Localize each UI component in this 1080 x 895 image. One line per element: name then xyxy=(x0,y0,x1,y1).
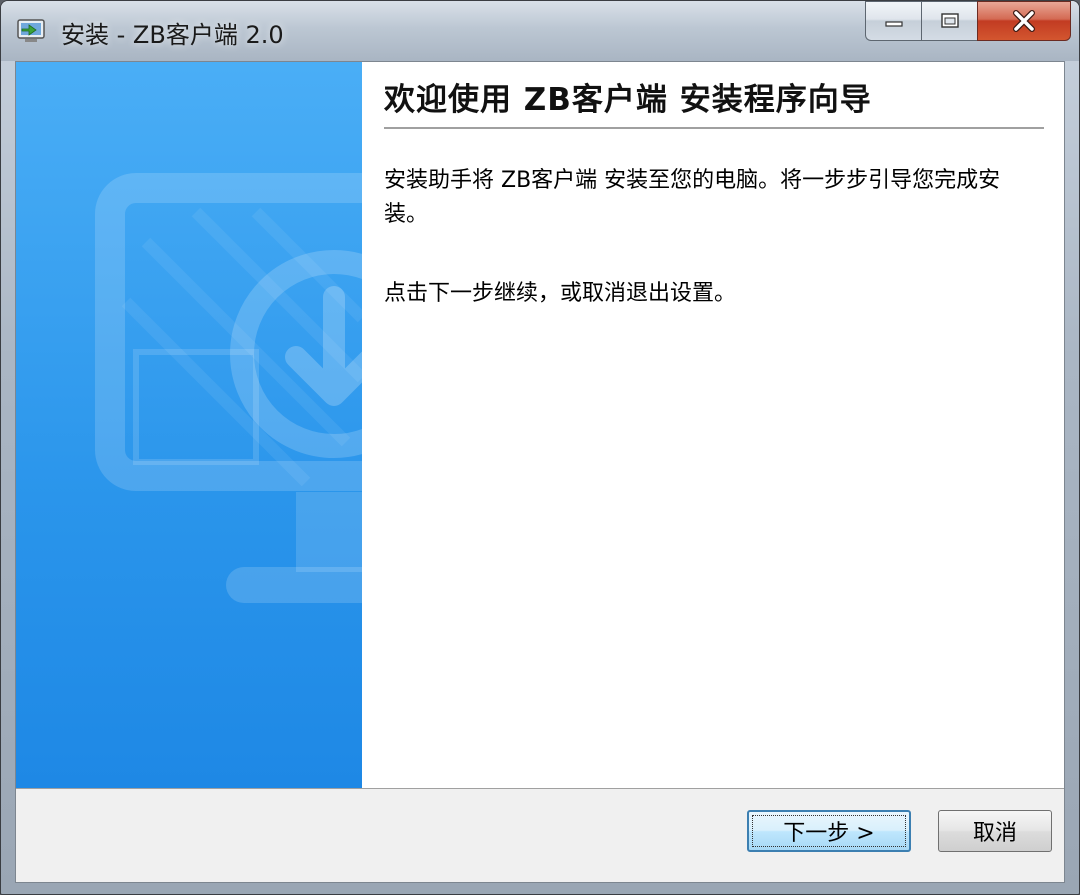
heading-divider xyxy=(384,127,1044,129)
wizard-content-panel: 欢迎使用 ZB客户端 安装程序向导 安装助手将 ZB客户端 安装至您的电脑。将一… xyxy=(362,62,1064,788)
intro-text: 安装助手将 ZB客户端 安装至您的电脑。将一步步引导您完成安装。 xyxy=(384,168,1001,227)
dialog-client-area: 欢迎使用 ZB客户端 安装程序向导 安装助手将 ZB客户端 安装至您的电脑。将一… xyxy=(15,61,1065,883)
maximize-button[interactable] xyxy=(921,1,977,41)
minimize-button[interactable] xyxy=(865,1,921,41)
title-bar[interactable]: 安装 - ZB客户端 2.0 xyxy=(1,1,1079,61)
next-button-label: 下一步 > xyxy=(783,821,875,846)
installer-window: 安装 - ZB客户端 2.0 欢迎使用 ZB客户端 安装程序向导 安装助手将 Z… xyxy=(0,0,1080,895)
footer-divider xyxy=(16,788,1064,789)
installer-icon xyxy=(17,19,45,42)
next-button[interactable]: 下一步 > xyxy=(747,810,911,852)
maximize-icon xyxy=(940,13,959,28)
page-title: 欢迎使用 ZB客户端 安装程序向导 xyxy=(384,82,872,118)
wizard-sidebar-banner xyxy=(16,62,362,788)
monitor-download-icon xyxy=(95,173,362,603)
window-title: 安装 - ZB客户端 2.0 xyxy=(61,21,284,49)
cancel-button-label: 取消 xyxy=(972,821,1017,846)
close-icon xyxy=(1013,10,1035,32)
instruction-text: 点击下一步继续，或取消退出设置。 xyxy=(384,281,737,306)
minimize-icon xyxy=(884,21,903,27)
caption-buttons xyxy=(865,1,1071,43)
cancel-button[interactable]: 取消 xyxy=(938,810,1052,852)
close-button[interactable] xyxy=(977,1,1071,41)
